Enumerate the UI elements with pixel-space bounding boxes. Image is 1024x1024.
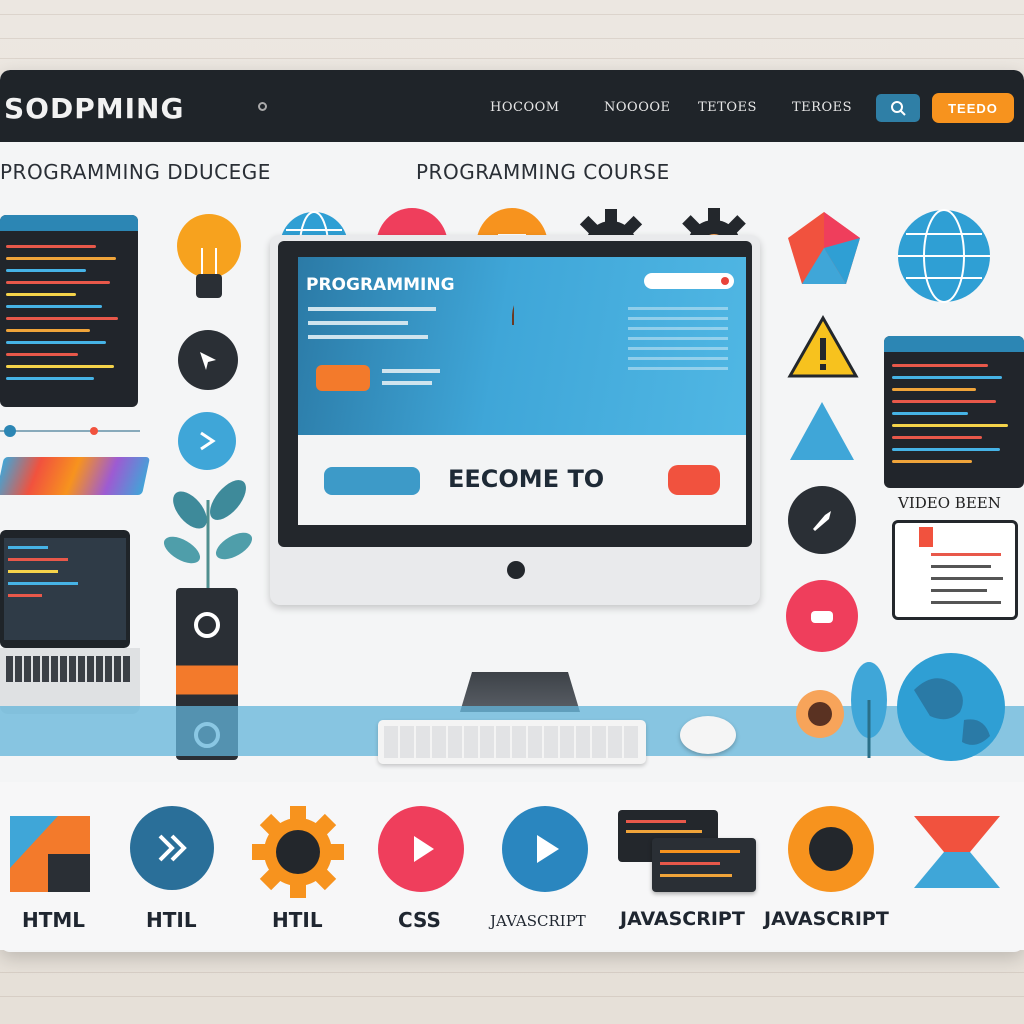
nav-link-3[interactable]: TETOES <box>698 100 757 115</box>
timeline-slider[interactable] <box>0 424 140 438</box>
warning-icon <box>787 314 859 378</box>
badge-icon <box>796 690 844 738</box>
top-navigation-bar: SODPMING HOCOOM NOOOOE TETOES TEROES TEE… <box>0 70 1024 142</box>
globe-icon <box>897 653 1005 761</box>
code-editor-window <box>0 215 138 407</box>
wood-grain <box>0 14 1024 15</box>
bottom-label-6: JAVASCRIPT <box>620 908 745 930</box>
code-window-icon[interactable] <box>652 838 756 892</box>
status-dot-icon <box>258 102 267 111</box>
screen-search-pill[interactable] <box>644 273 734 289</box>
welcome-text: EECOME TO <box>448 465 605 493</box>
computer-mouse[interactable] <box>680 716 736 754</box>
search-button[interactable] <box>876 94 920 122</box>
code-preview-window <box>884 336 1024 488</box>
enroll-button[interactable] <box>324 467 420 495</box>
color-swatch-bar <box>0 457 151 495</box>
instructor-avatar <box>512 305 514 325</box>
page-heading-center: PROGRAMMING COURSE <box>416 160 670 184</box>
search-icon <box>891 101 906 116</box>
tree-icon <box>851 662 887 758</box>
rocket-icon[interactable] <box>786 580 858 652</box>
power-button[interactable] <box>507 561 525 579</box>
chevron-right-icon[interactable] <box>178 412 236 470</box>
bottom-label-2: HTIL <box>146 908 197 932</box>
wood-grain <box>0 996 1024 997</box>
monitor: PROGRAMMING EECOME TO <box>270 235 760 605</box>
forward-icon[interactable] <box>130 806 214 890</box>
lightbulb-icon <box>177 214 241 298</box>
nav-link-2[interactable]: NOOOOE <box>604 100 671 115</box>
wood-grain <box>0 58 1024 59</box>
cursor-icon[interactable] <box>178 330 238 390</box>
nav-link-4[interactable]: TEROES <box>792 100 852 115</box>
bottom-label-7: JAVASCRIPT <box>764 908 889 930</box>
page-heading-left: PROGRAMMING DDUCEGE <box>0 160 271 184</box>
keyboard[interactable] <box>378 720 646 764</box>
play-icon[interactable] <box>378 806 464 892</box>
bottom-label-4: CSS <box>398 908 441 932</box>
side-label: VIDEO BEEN <box>898 494 1001 512</box>
triangle-icon <box>790 402 854 460</box>
bottom-label-5: JAVASCRIPT <box>490 912 586 930</box>
cta-button[interactable]: TEEDO <box>932 93 1014 123</box>
hourglass-logo-icon[interactable] <box>912 814 1002 890</box>
wood-grain <box>0 38 1024 39</box>
tools-icon[interactable] <box>788 486 856 554</box>
bottom-label-1: HTML <box>22 908 86 932</box>
plant-icon <box>163 480 253 590</box>
subscribe-button[interactable] <box>668 465 720 495</box>
brand-logo[interactable]: SODPMING <box>4 92 184 125</box>
globe-icon <box>898 209 990 303</box>
record-icon[interactable] <box>788 806 874 892</box>
gear-icon[interactable] <box>250 804 346 900</box>
play-video-button[interactable] <box>316 365 370 391</box>
html-shape-icon[interactable] <box>8 814 92 894</box>
play-icon[interactable] <box>502 806 588 892</box>
nav-link-1[interactable]: HOCOOM <box>490 100 560 115</box>
wood-grain <box>0 972 1024 973</box>
bottom-label-3: HTIL <box>272 908 323 932</box>
geometric-logo-icon <box>788 212 860 284</box>
screen-title: PROGRAMMING <box>306 275 455 295</box>
laptop-icon <box>0 530 130 648</box>
video-lesson-screen[interactable]: PROGRAMMING EECOME TO <box>298 257 746 525</box>
video-list-card[interactable] <box>892 520 1018 620</box>
window-titlebar <box>0 215 138 231</box>
laptop-keyboard <box>0 648 140 714</box>
